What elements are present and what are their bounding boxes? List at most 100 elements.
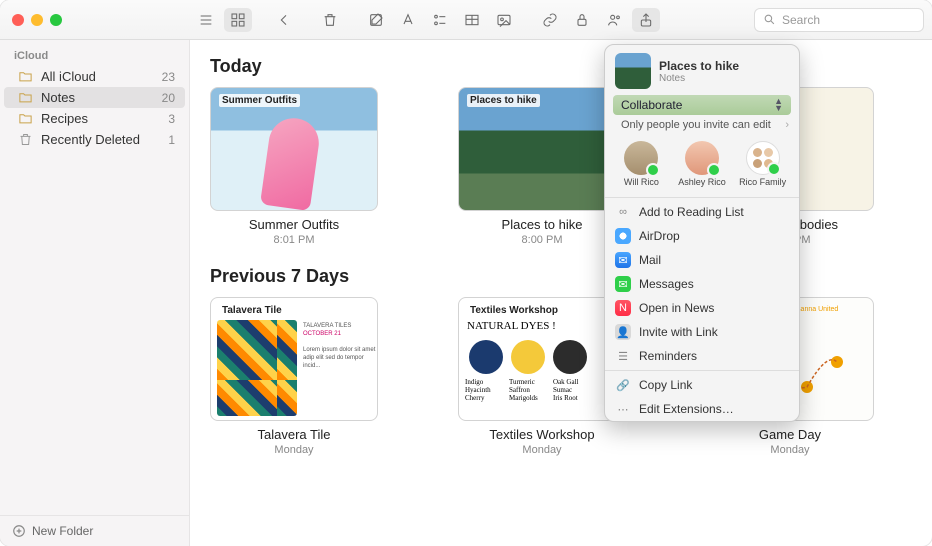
lock-button[interactable] [568,8,596,32]
media-button[interactable] [490,8,518,32]
sidebar-item-count: 20 [162,91,175,105]
main-content: Today Summer Outfits Summer Outfits 8:01… [190,40,932,546]
plus-circle-icon [12,524,26,538]
share-popover: Places to hike Notes Collaborate ▲▼ Only… [604,44,800,422]
note-time: 8:00 PM [458,234,626,246]
note-card[interactable]: Talavera Tile TALAVERA TILESOCTOBER 21Lo… [210,297,378,456]
share-mode-selector[interactable]: Collaborate ▲▼ [613,95,791,115]
note-thumbnail: Talavera Tile TALAVERA TILESOCTOBER 21Lo… [210,297,378,421]
sidebar-item-notes[interactable]: Notes 20 [4,87,185,108]
menu-label: Invite with Link [639,325,718,339]
trash-icon [18,132,33,147]
menu-label: Copy Link [639,378,692,392]
sidebar: iCloud All iCloud 23 Notes 20 Recipes 3 … [0,40,190,546]
section-header: Previous 7 Days [210,266,912,287]
share-edit-extensions[interactable]: ⋯ Edit Extensions… [605,397,799,421]
invite-link-icon: 👤 [615,324,631,340]
format-button[interactable] [394,8,422,32]
minimize-window-button[interactable] [31,14,43,26]
share-button[interactable] [632,8,660,32]
folder-icon [18,69,33,84]
share-action-airdrop[interactable]: AirDrop [605,224,799,248]
share-people-row: Will Rico Ashley Rico Rico Family [605,137,799,195]
search-input[interactable]: Search [754,8,924,32]
chevron-right-icon: › [785,119,789,131]
close-window-button[interactable] [12,14,24,26]
menu-label: Open in News [639,301,714,315]
share-action-news[interactable]: N Open in News [605,296,799,320]
sidebar-section-header: iCloud [0,46,189,66]
toolbar: Search [0,0,932,40]
collaborate-button[interactable] [600,8,628,32]
share-person[interactable]: Will Rico [613,141,669,187]
sidebar-item-count: 23 [162,70,175,84]
thumb-title: Places to hike [467,94,540,107]
share-person[interactable]: Rico Family [735,141,791,187]
gallery-view-button[interactable] [224,8,252,32]
checklist-button[interactable] [426,8,454,32]
note-card[interactable]: Summer Outfits Summer Outfits 8:01 PM [210,87,378,246]
news-icon: N [615,300,631,316]
messages-badge-icon [767,162,781,176]
share-mode-label: Collaborate [621,98,682,112]
thumb-title: Summer Outfits [219,94,300,107]
notes-grid-prev7: Talavera Tile TALAVERA TILESOCTOBER 21Lo… [210,297,912,456]
share-action-reminders[interactable]: ☰ Reminders [605,344,799,368]
share-action-invite-link[interactable]: 👤 Invite with Link [605,320,799,344]
share-copy-link[interactable]: 🔗Copy Link [605,373,799,397]
note-title: Textiles Workshop [458,427,626,442]
note-thumbnail: Summer Outfits [210,87,378,211]
search-icon [763,13,776,26]
share-action-reading-list[interactable]: ∞Add to Reading List [605,200,799,224]
fullscreen-window-button[interactable] [50,14,62,26]
thumb-title: Textiles Workshop [467,304,561,317]
messages-badge-icon [707,163,721,177]
table-button[interactable] [458,8,486,32]
avatar [746,141,780,175]
share-header: Places to hike Notes [605,45,799,95]
app-window: Search iCloud All iCloud 23 Notes 20 Rec… [0,0,932,546]
link-button[interactable] [536,8,564,32]
sidebar-item-recently-deleted[interactable]: Recently Deleted 1 [4,129,185,150]
person-name: Ashley Rico [678,177,726,187]
person-name: Will Rico [624,177,659,187]
section-header: Today [210,56,912,77]
new-note-button[interactable] [362,8,390,32]
share-action-messages[interactable]: ✉ Messages [605,272,799,296]
menu-label: Messages [639,277,694,291]
updown-icon: ▲▼ [774,98,783,112]
sidebar-item-count: 3 [168,112,175,126]
sidebar-item-recipes[interactable]: Recipes 3 [4,108,185,129]
thumb-title: Talavera Tile [219,304,285,317]
person-name: Rico Family [739,177,786,187]
note-time: Monday [458,444,626,456]
new-folder-button[interactable]: New Folder [0,515,189,546]
messages-icon: ✉ [615,276,631,292]
note-time: Monday [706,444,874,456]
menu-label: Reminders [639,349,697,363]
share-person[interactable]: Ashley Rico [674,141,730,187]
back-button[interactable] [270,8,298,32]
note-title: Game Day [706,427,874,442]
folder-icon [18,111,33,126]
delete-button[interactable] [316,8,344,32]
share-permission-row[interactable]: Only people you invite can edit › [605,115,799,137]
menu-label: Mail [639,253,661,267]
share-action-mail[interactable]: ✉Mail [605,248,799,272]
menu-label: Edit Extensions… [639,402,734,416]
sidebar-item-label: All iCloud [41,69,96,84]
sidebar-item-all-icloud[interactable]: All iCloud 23 [4,66,185,87]
share-permission-label: Only people you invite can edit [621,119,771,131]
note-thumbnail: Places to hike [458,87,626,211]
reminders-icon: ☰ [615,348,631,364]
sidebar-item-count: 1 [168,133,175,147]
extensions-icon: ⋯ [615,401,631,417]
airdrop-icon [615,228,631,244]
note-card[interactable]: Places to hike Places to hike 8:00 PM [458,87,626,246]
list-view-button[interactable] [192,8,220,32]
note-title: Summer Outfits [210,217,378,232]
note-card[interactable]: Textiles Workshop NATURAL DYES ! IndigoH… [458,297,626,456]
search-placeholder: Search [782,13,820,27]
sidebar-item-label: Recipes [41,111,88,126]
folder-icon [18,90,33,105]
